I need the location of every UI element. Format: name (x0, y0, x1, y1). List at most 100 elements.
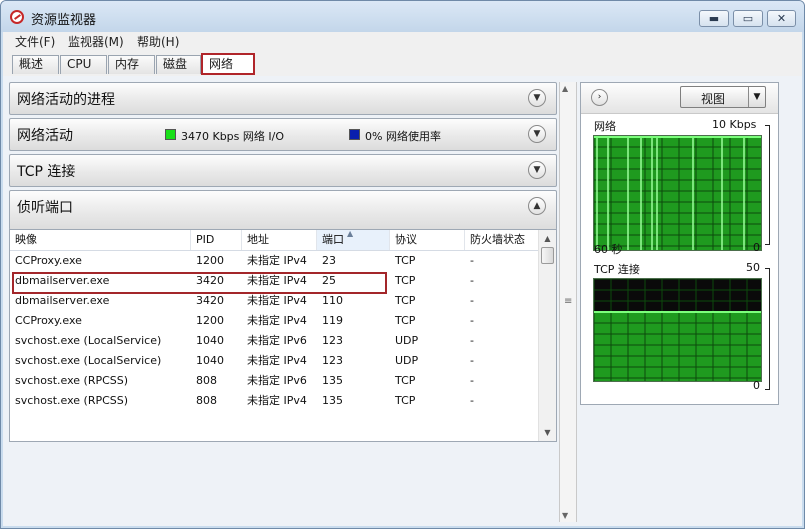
network-io-legend-swatch (165, 129, 176, 140)
cell-protocol: TCP (395, 314, 416, 327)
column-address[interactable]: 地址 (242, 230, 317, 250)
cell-image: svchost.exe (RPCSS) (15, 374, 129, 387)
splitter-grip-icon[interactable]: ≡ (564, 296, 572, 307)
tcp-connections-graph (593, 278, 762, 382)
network-io-text: 3470 Kbps 网络 I/O (181, 130, 285, 143)
menu-file[interactable]: 文件(F) (15, 33, 55, 50)
cell-image: CCProxy.exe (15, 314, 82, 327)
column-pid[interactable]: PID (191, 230, 242, 250)
table-row[interactable]: svchost.exe (RPCSS) 808 未指定 IPv4 135 TCP - (10, 391, 539, 411)
scroll-up-icon[interactable]: ▲ (562, 84, 568, 93)
section-tcp-connections[interactable]: TCP 连接 ▼ (9, 154, 557, 187)
column-image[interactable]: 映像 (10, 230, 191, 250)
cell-protocol: UDP (395, 354, 419, 367)
scroll-down-icon[interactable]: ▼ (539, 424, 556, 441)
cell-image: svchost.exe (LocalService) (15, 354, 162, 367)
section-network-activity[interactable]: 网络活动 3470 Kbps 网络 I/O 0% 网络使用率 ▼ (9, 118, 557, 151)
cell-image: dbmailserver.exe (15, 294, 110, 307)
cell-address: 未指定 IPv6 (247, 374, 307, 387)
graph-scale-bracket (765, 125, 770, 245)
cell-firewall-status: - (470, 294, 474, 307)
column-firewall-status[interactable]: 防火墙状态 (465, 230, 539, 250)
view-button-label: 视图 (701, 92, 726, 106)
table-header: 映像 PID 地址 端口 ▲ 协议 防火墙状态 (10, 230, 539, 251)
cell-image: svchost.exe (LocalService) (15, 334, 162, 347)
highlighted-row-outline (12, 272, 387, 294)
table-row[interactable]: CCProxy.exe 1200 未指定 IPv4 119 TCP - (10, 311, 539, 331)
table-row[interactable]: svchost.exe (RPCSS) 808 未指定 IPv6 135 TCP - (10, 371, 539, 391)
close-button[interactable]: ✕ (767, 10, 796, 27)
cell-pid: 3420 (196, 294, 224, 307)
scroll-down-icon[interactable]: ▼ (562, 511, 568, 520)
network-usage-text: 0% 网络使用率 (365, 130, 441, 143)
tab-cpu[interactable]: CPU (60, 55, 107, 74)
menu-help[interactable]: 帮助(H) (137, 33, 179, 50)
section-network-processes[interactable]: 网络活动的进程 ▼ (9, 82, 557, 115)
sort-ascending-icon: ▲ (347, 229, 354, 238)
cell-firewall-status: - (470, 314, 474, 327)
network-graph (593, 135, 762, 251)
cell-protocol: TCP (395, 254, 416, 267)
cell-address: 未指定 IPv4 (247, 354, 307, 367)
chevron-down-icon[interactable]: ▼ (528, 125, 546, 143)
cell-port: 123 (322, 334, 343, 347)
cell-protocol: UDP (395, 334, 419, 347)
tab-overview[interactable]: 概述 (12, 55, 59, 74)
tcp-graph-max: 50 (746, 261, 760, 274)
cell-port: 135 (322, 394, 343, 407)
resource-monitor-icon (10, 10, 24, 24)
resource-monitor-window: 资源监视器 ▬ ▭ ✕ 文件(F) 监视器(M) 帮助(H) 概述 CPU 内存… (0, 0, 805, 529)
tab-bar: 概述 CPU 内存 磁盘 网络 (3, 50, 802, 76)
scrollbar-thumb[interactable] (541, 247, 554, 264)
cell-port: 119 (322, 314, 343, 327)
cell-pid: 1040 (196, 354, 224, 367)
listening-ports-table: 映像 PID 地址 端口 ▲ 协议 防火墙状态 CCProxy.exe 1200 未… (9, 229, 557, 442)
cell-protocol: TCP (395, 294, 416, 307)
cell-pid: 1200 (196, 254, 224, 267)
scroll-up-icon[interactable]: ▲ (539, 230, 556, 247)
chevron-right-icon[interactable]: › (591, 89, 608, 106)
tab-network[interactable]: 网络 (201, 53, 255, 75)
chevron-down-icon[interactable]: ▼ (528, 161, 546, 179)
table-row[interactable]: dbmailserver.exe 3420 未指定 IPv4 110 TCP - (10, 291, 539, 311)
chevron-up-icon[interactable]: ▲ (528, 197, 546, 215)
network-graph-max: 10 Kbps (712, 118, 757, 131)
cell-firewall-status: - (470, 274, 474, 287)
column-port[interactable]: 端口 ▲ (317, 230, 390, 250)
title-bar: 资源监视器 ▬ ▭ ✕ (1, 1, 804, 32)
section-title: 网络活动的进程 (17, 92, 115, 108)
cell-firewall-status: - (470, 374, 474, 387)
menu-bar: 文件(F) 监视器(M) 帮助(H) (3, 32, 802, 51)
view-button[interactable]: 视图 ▼ (680, 86, 766, 108)
table-row[interactable]: svchost.exe (LocalService) 1040 未指定 IPv6 12… (10, 331, 539, 351)
dropdown-arrow-icon[interactable]: ▼ (748, 87, 765, 107)
cell-firewall-status: - (470, 334, 474, 347)
menu-monitor[interactable]: 监视器(M) (68, 33, 124, 50)
network-graph-title: 网络 (594, 120, 616, 133)
section-listening-ports[interactable]: 侦听端口 ▲ (9, 190, 557, 230)
cell-port: 110 (322, 294, 343, 307)
table-row[interactable]: CCProxy.exe 1200 未指定 IPv4 23 TCP - (10, 251, 539, 271)
cell-firewall-status: - (470, 254, 474, 267)
tab-memory[interactable]: 内存 (108, 55, 155, 74)
cell-protocol: TCP (395, 374, 416, 387)
cell-port: 23 (322, 254, 336, 267)
graph-scale-bracket (765, 268, 770, 390)
table-scrollbar[interactable]: ▲ ▼ (538, 230, 556, 441)
main-scrollbar[interactable]: ▲ ≡ ▼ (559, 82, 577, 522)
table-row[interactable]: svchost.exe (LocalService) 1040 未指定 IPv4 12… (10, 351, 539, 371)
tcp-graph-min: 0 (753, 379, 760, 392)
column-protocol[interactable]: 协议 (390, 230, 465, 250)
cell-image: CCProxy.exe (15, 254, 82, 267)
tab-disk[interactable]: 磁盘 (156, 55, 201, 74)
chevron-down-icon[interactable]: ▼ (528, 89, 546, 107)
tcp-graph-title: TCP 连接 (594, 263, 640, 276)
cell-firewall-status: - (470, 354, 474, 367)
cell-address: 未指定 IPv4 (247, 294, 307, 307)
network-usage-legend-swatch (349, 129, 360, 140)
maximize-button[interactable]: ▭ (733, 10, 763, 27)
minimize-button[interactable]: ▬ (699, 10, 729, 27)
cell-port: 123 (322, 354, 343, 367)
section-title: TCP 连接 (17, 164, 76, 180)
cell-port: 135 (322, 374, 343, 387)
